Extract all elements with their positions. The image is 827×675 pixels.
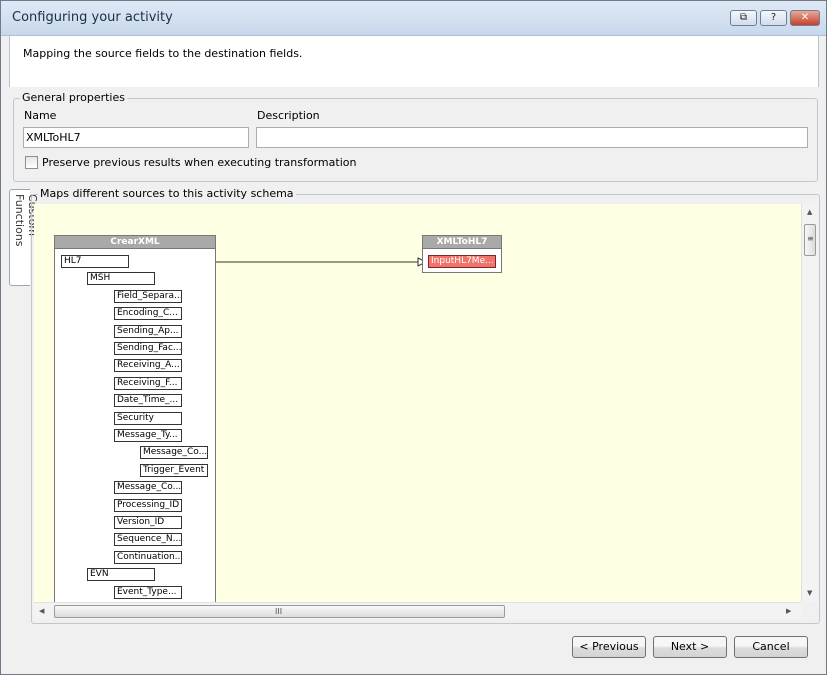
source-schema-title: CrearXML	[55, 236, 215, 249]
restore-button[interactable]: ⧉	[730, 10, 757, 26]
close-button[interactable]: ✕	[790, 10, 820, 26]
name-label: Name	[24, 109, 57, 122]
schema-node[interactable]: Message_Co...	[140, 446, 208, 460]
description-field[interactable]	[256, 127, 808, 148]
target-schema-title: XMLToHL7	[423, 236, 501, 249]
header-description: Mapping the source fields to the destina…	[23, 47, 303, 60]
vertical-scroll-thumb[interactable]: ≡	[804, 224, 816, 256]
schema-node[interactable]: HL7	[61, 255, 129, 268]
description-label: Description	[257, 109, 320, 122]
preserve-results-label: Preserve previous results when executing…	[42, 156, 357, 169]
schema-node[interactable]: Processing_ID	[114, 498, 182, 512]
schema-node[interactable]: Sending_Fac...	[114, 342, 182, 355]
vertical-scrollbar[interactable]: ▲ ≡ ▼	[801, 204, 818, 602]
mapping-canvas[interactable]: CrearXML XMLToHL7 InputHL7Me... HL7 MSH Fi…	[34, 204, 801, 602]
target-node[interactable]: InputHL7Me...	[428, 255, 496, 268]
general-properties-legend: General properties	[20, 91, 127, 104]
general-properties-group: General properties Name XMLToHL7 Descrip…	[13, 91, 818, 182]
horizontal-scrollbar[interactable]: ◀ III ▶	[34, 602, 801, 619]
schema-node[interactable]: Message_Co...	[114, 481, 182, 495]
maps-legend: Maps different sources to this activity …	[38, 187, 296, 200]
schema-node[interactable]: Encoding_C...	[114, 307, 182, 321]
cancel-button[interactable]: Cancel	[734, 636, 808, 658]
schema-node[interactable]: Event_Type...	[114, 585, 182, 599]
horizontal-grip-icon: III	[275, 607, 283, 616]
name-field[interactable]: XMLToHL7	[23, 127, 249, 148]
custom-functions-tab[interactable]: Custom Functions	[9, 189, 39, 286]
activity-dialog: Configuring your activity ⧉ ? ✕ Mapping …	[0, 0, 827, 675]
schema-node[interactable]: Sending_Ap...	[114, 324, 182, 338]
help-button[interactable]: ?	[760, 10, 787, 26]
schema-node[interactable]: Message_Ty...	[114, 429, 182, 442]
schema-node[interactable]: EVN	[87, 568, 155, 582]
schema-node[interactable]: MSH	[87, 272, 155, 286]
preserve-results-checkbox[interactable]	[25, 156, 38, 169]
schema-node[interactable]: Security	[114, 411, 182, 425]
scroll-down-icon[interactable]: ▼	[807, 589, 812, 597]
schema-node[interactable]: Receiving_F...	[114, 376, 182, 390]
target-schema: XMLToHL7 InputHL7Me...	[422, 235, 502, 273]
schema-node[interactable]: Sequence_N...	[114, 533, 182, 547]
next-button[interactable]: Next >	[653, 636, 727, 658]
schema-node[interactable]: Continuation...	[114, 550, 182, 564]
window-title: Configuring your activity	[12, 10, 173, 25]
schema-node[interactable]: Version_ID	[114, 516, 182, 529]
schema-node[interactable]: Field_Separa...	[114, 289, 182, 303]
schema-node[interactable]: Date_Time_...	[114, 394, 182, 408]
header-panel: Mapping the source fields to the destina…	[9, 36, 819, 87]
title-bar: Configuring your activity ⧉ ? ✕	[1, 1, 826, 36]
schema-node[interactable]: Trigger_Event	[140, 463, 208, 477]
vertical-grip-icon: ≡	[807, 234, 814, 243]
scroll-right-icon[interactable]: ▶	[786, 607, 791, 615]
horizontal-scroll-thumb[interactable]: III	[54, 605, 505, 618]
previous-button[interactable]: < Previous	[572, 636, 646, 658]
scroll-left-icon[interactable]: ◀	[39, 607, 44, 615]
scroll-up-icon[interactable]: ▲	[807, 208, 812, 216]
schema-node[interactable]: Receiving_A...	[114, 359, 182, 373]
